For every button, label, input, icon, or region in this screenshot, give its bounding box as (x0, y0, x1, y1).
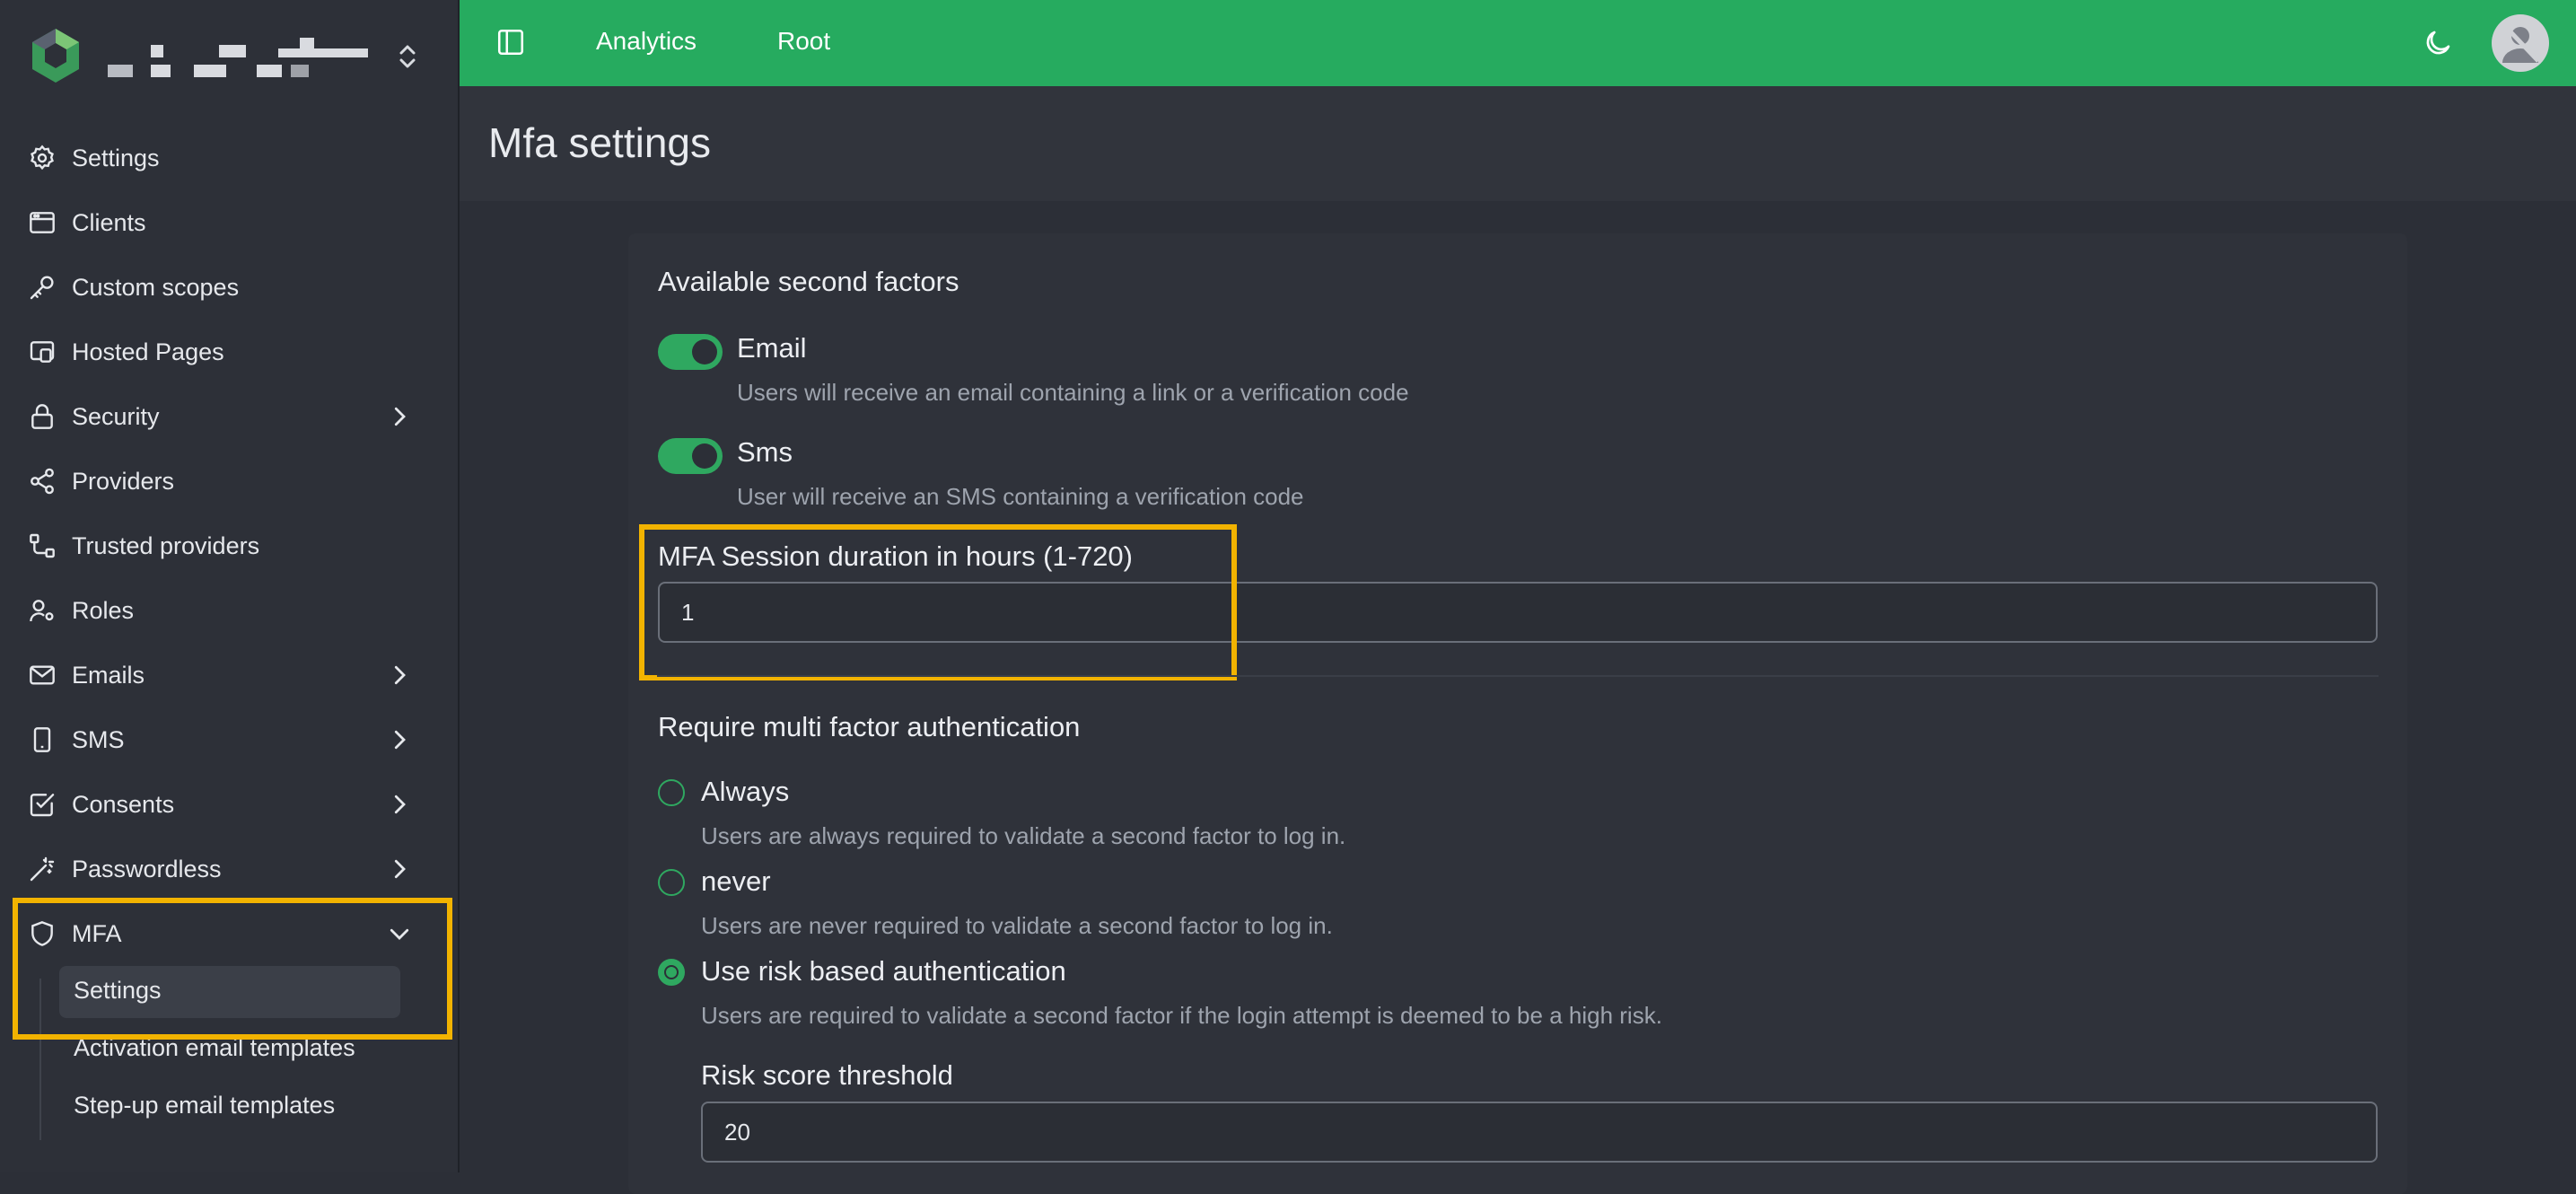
sms-factor-label: Sms (737, 436, 793, 468)
sidebar-subitem-step-up-email-templates[interactable]: Step-up email templates (74, 1092, 335, 1119)
available-factors-title: Available second factors (658, 266, 959, 297)
sidebar-item-providers[interactable]: Providers (27, 456, 431, 506)
user-avatar-icon (2502, 23, 2540, 63)
chevron-right-icon (394, 730, 406, 750)
sidebar-item-label: Trusted providers (72, 531, 260, 559)
mfa-group-highlight (13, 898, 452, 1040)
require-mfa-title: Require multi factor authentication (658, 711, 1081, 742)
sidebar-item-roles[interactable]: Roles (27, 585, 431, 636)
chevron-right-icon (394, 795, 406, 814)
sms-factor-desc: User will receive an SMS containing a ve… (737, 483, 1304, 510)
section-divider (657, 675, 2379, 677)
mail-icon (27, 660, 57, 690)
radio-always-desc: Users are always required to validate a … (701, 822, 1346, 849)
moon-icon[interactable] (2422, 27, 2454, 59)
topbar-link-analytics[interactable]: Analytics (596, 27, 697, 56)
email-factor-desc: Users will receive an email containing a… (737, 379, 1409, 406)
email-factor-label: Email (737, 332, 807, 364)
chevron-right-icon (394, 407, 406, 426)
sidebar-item-hosted-pages[interactable]: Hosted Pages (27, 327, 431, 377)
risk-threshold-input[interactable] (701, 1102, 2378, 1163)
sidebar-item-trusted-providers[interactable]: Trusted providers (27, 521, 431, 571)
sidebar-item-label: Settings (72, 144, 160, 171)
page-title: Mfa settings (488, 119, 711, 166)
hosted-pages-icon (27, 337, 57, 367)
sms-factor-toggle[interactable] (658, 438, 723, 474)
sidebar-item-label: Security (72, 402, 160, 430)
radio-risk-based-label: Use risk based authentication (701, 955, 1066, 987)
sidebar-item-clients[interactable]: Clients (27, 198, 431, 248)
user-roles-icon (27, 595, 57, 626)
sidebar: Settings Clients Custom scopes Hosted Pa… (0, 0, 460, 1172)
radio-never[interactable] (658, 869, 685, 896)
browser-window-icon (27, 207, 57, 238)
sidebar-item-sms[interactable]: SMS (27, 715, 431, 765)
risk-threshold-label: Risk score threshold (701, 1059, 953, 1091)
page-header: Mfa settings (460, 86, 2576, 201)
chevron-right-icon (394, 665, 406, 685)
sidebar-item-passwordless[interactable]: Passwordless (27, 844, 431, 894)
sidebar-item-emails[interactable]: Emails (27, 650, 431, 700)
sidebar-item-label: SMS (72, 725, 125, 753)
sidebar-item-custom-scopes[interactable]: Custom scopes (27, 262, 431, 312)
brand-name-redacted (108, 38, 377, 81)
lock-icon (27, 401, 57, 432)
avatar[interactable] (2492, 14, 2549, 72)
sidebar-toggle-icon[interactable] (495, 27, 526, 57)
radio-never-desc: Users are never required to validate a s… (701, 912, 1333, 939)
brand-logo-icon (32, 29, 79, 83)
phone-icon (27, 724, 57, 755)
sidebar-item-settings[interactable]: Settings (27, 133, 431, 183)
sidebar-item-security[interactable]: Security (27, 391, 431, 442)
chevron-right-icon (394, 859, 406, 879)
sidebar-item-label: Clients (72, 208, 146, 236)
radio-risk-based[interactable] (658, 959, 685, 986)
radio-never-label: never (701, 865, 771, 897)
brand-switcher[interactable] (27, 27, 440, 86)
session-duration-highlight (639, 524, 1237, 680)
chevron-updown-icon (399, 45, 416, 68)
email-factor-toggle[interactable] (658, 334, 723, 370)
radio-always[interactable] (658, 779, 685, 806)
topbar-link-root[interactable]: Root (777, 27, 830, 56)
share-icon (27, 466, 57, 496)
trusted-providers-icon (27, 531, 57, 561)
radio-risk-based-desc: Users are required to validate a second … (701, 1002, 1662, 1029)
gear-icon (27, 143, 57, 173)
magic-wand-icon (27, 854, 57, 884)
sidebar-item-label: Emails (72, 661, 145, 689)
sidebar-item-label: Providers (72, 467, 175, 495)
sidebar-item-label: Consents (72, 790, 175, 818)
sidebar-item-label: Hosted Pages (72, 338, 224, 365)
radio-always-label: Always (701, 776, 790, 807)
sidebar-item-label: Roles (72, 596, 135, 624)
sidebar-item-label: Custom scopes (72, 273, 240, 301)
checkbox-icon (27, 789, 57, 820)
key-icon (27, 272, 57, 303)
sidebar-item-consents[interactable]: Consents (27, 779, 431, 830)
sidebar-item-label: Passwordless (72, 855, 222, 882)
topbar: Analytics Root (460, 0, 2576, 86)
